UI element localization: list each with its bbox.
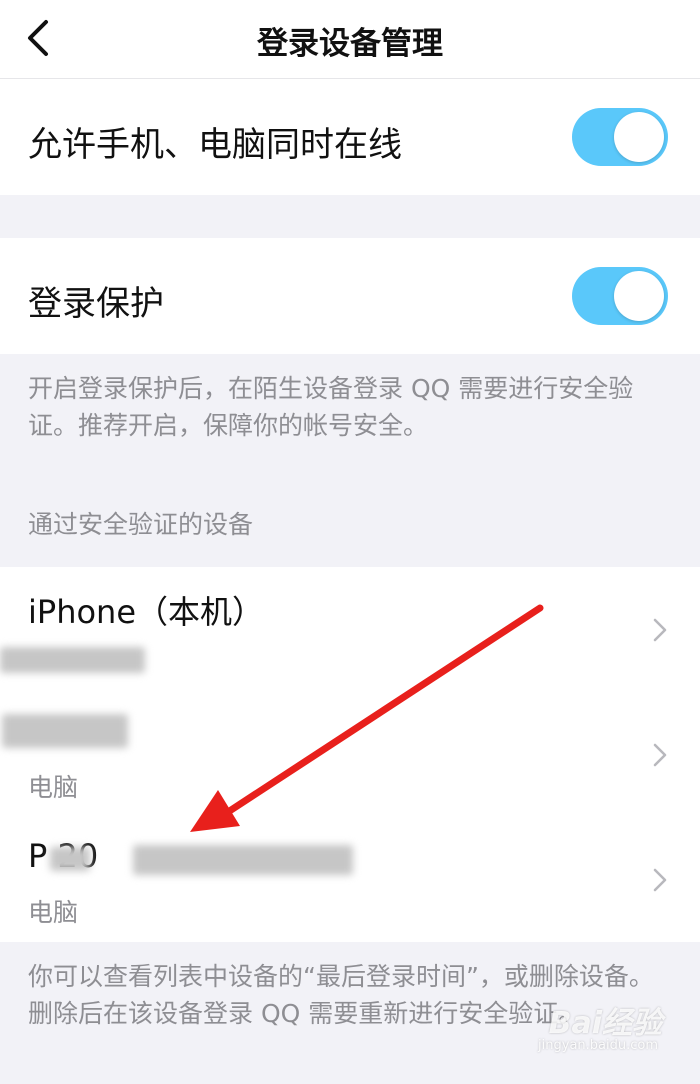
redacted-text	[50, 847, 90, 871]
toggle-knob	[614, 112, 664, 162]
nav-bar: 登录设备管理	[0, 0, 700, 79]
device-name: iPhone（本机）	[28, 593, 265, 631]
device-type: 电脑	[28, 898, 79, 927]
simultaneous-online-toggle[interactable]	[572, 108, 668, 166]
verified-devices-header: 通过安全验证的设备	[28, 510, 254, 539]
redacted-device-name	[2, 714, 128, 748]
redacted-text	[0, 647, 145, 673]
login-protection-label: 登录保护	[28, 284, 164, 324]
baidu-jingyan-watermark: Bai经验	[548, 1006, 662, 1041]
chevron-right-icon	[652, 617, 668, 643]
list-item-device-computer[interactable]: 电脑	[0, 692, 700, 817]
redacted-text	[133, 845, 353, 875]
list-item-device-iphone[interactable]: iPhone（本机）	[0, 567, 700, 692]
page-title: 登录设备管理	[257, 26, 443, 62]
simultaneous-online-label: 允许手机、电脑同时在线	[28, 125, 402, 165]
toggle-knob	[614, 271, 664, 321]
device-type: 电脑	[28, 773, 79, 802]
login-protection-note: 开启登录保护后，在陌生设备登录 QQ 需要进行安全验证。推荐开启，保障你的帐号安…	[28, 374, 634, 440]
login-protection-toggle[interactable]	[572, 267, 668, 325]
simultaneous-online-row: 允许手机、电脑同时在线	[0, 79, 700, 195]
watermark-url: jingyan.baidu.com	[538, 1038, 658, 1053]
chevron-right-icon	[652, 742, 668, 768]
chevron-right-icon	[652, 867, 668, 893]
login-protection-row: 登录保护	[0, 238, 700, 354]
list-item-device-pc[interactable]: P 20 电脑	[0, 817, 700, 942]
device-list: iPhone（本机） 电脑 P 20 电脑	[0, 567, 700, 942]
